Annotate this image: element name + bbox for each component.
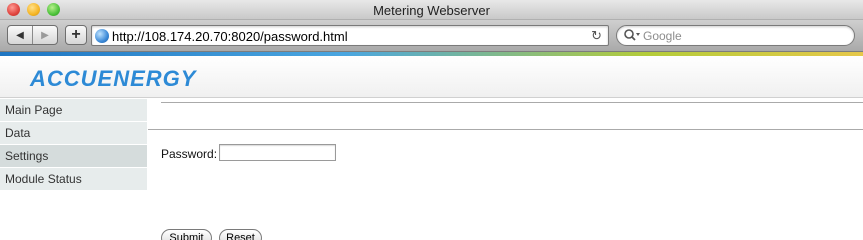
search-placeholder: Google [643, 29, 682, 43]
forward-button[interactable]: ▶ [33, 26, 57, 44]
sidebar-item-settings[interactable]: Settings [0, 145, 147, 168]
accuenergy-logo: ACCUENERGY [30, 66, 197, 91]
sidebar-item-module-status[interactable]: Module Status [0, 168, 147, 191]
address-bar-url[interactable]: http://108.174.20.70:8020/password.html [112, 29, 348, 44]
reset-button[interactable]: Reset [219, 229, 262, 240]
address-bar[interactable]: http://108.174.20.70:8020/password.html … [91, 25, 609, 46]
sidebar-item-main-page[interactable]: Main Page [0, 99, 147, 122]
back-arrow-icon: ◀ [16, 29, 24, 41]
search-field[interactable]: Google [616, 25, 855, 46]
nav-button-group: ◀ ▶ [7, 25, 58, 45]
forward-arrow-icon: ▶ [41, 29, 49, 41]
reload-icon: ↻ [591, 28, 602, 43]
reload-button[interactable]: ↻ [591, 28, 602, 44]
sidebar-nav: Main Page Data Settings Module Status [0, 99, 147, 191]
browser-toolbar: ◀ ▶ + http://108.174.20.70:8020/password… [0, 20, 863, 52]
password-field[interactable] [219, 144, 336, 161]
sidebar-item-data[interactable]: Data [0, 122, 147, 145]
divider-bottom [148, 129, 863, 130]
search-icon[interactable] [623, 28, 641, 42]
globe-icon [95, 29, 109, 43]
window-title: Metering Webserver [373, 3, 490, 18]
divider-top [161, 102, 863, 103]
add-bookmark-button[interactable]: + [65, 25, 87, 45]
window-titlebar: Metering Webserver [0, 0, 863, 20]
password-label: Password: [161, 147, 218, 161]
submit-button[interactable]: Submit [161, 229, 212, 240]
back-button[interactable]: ◀ [8, 26, 33, 44]
